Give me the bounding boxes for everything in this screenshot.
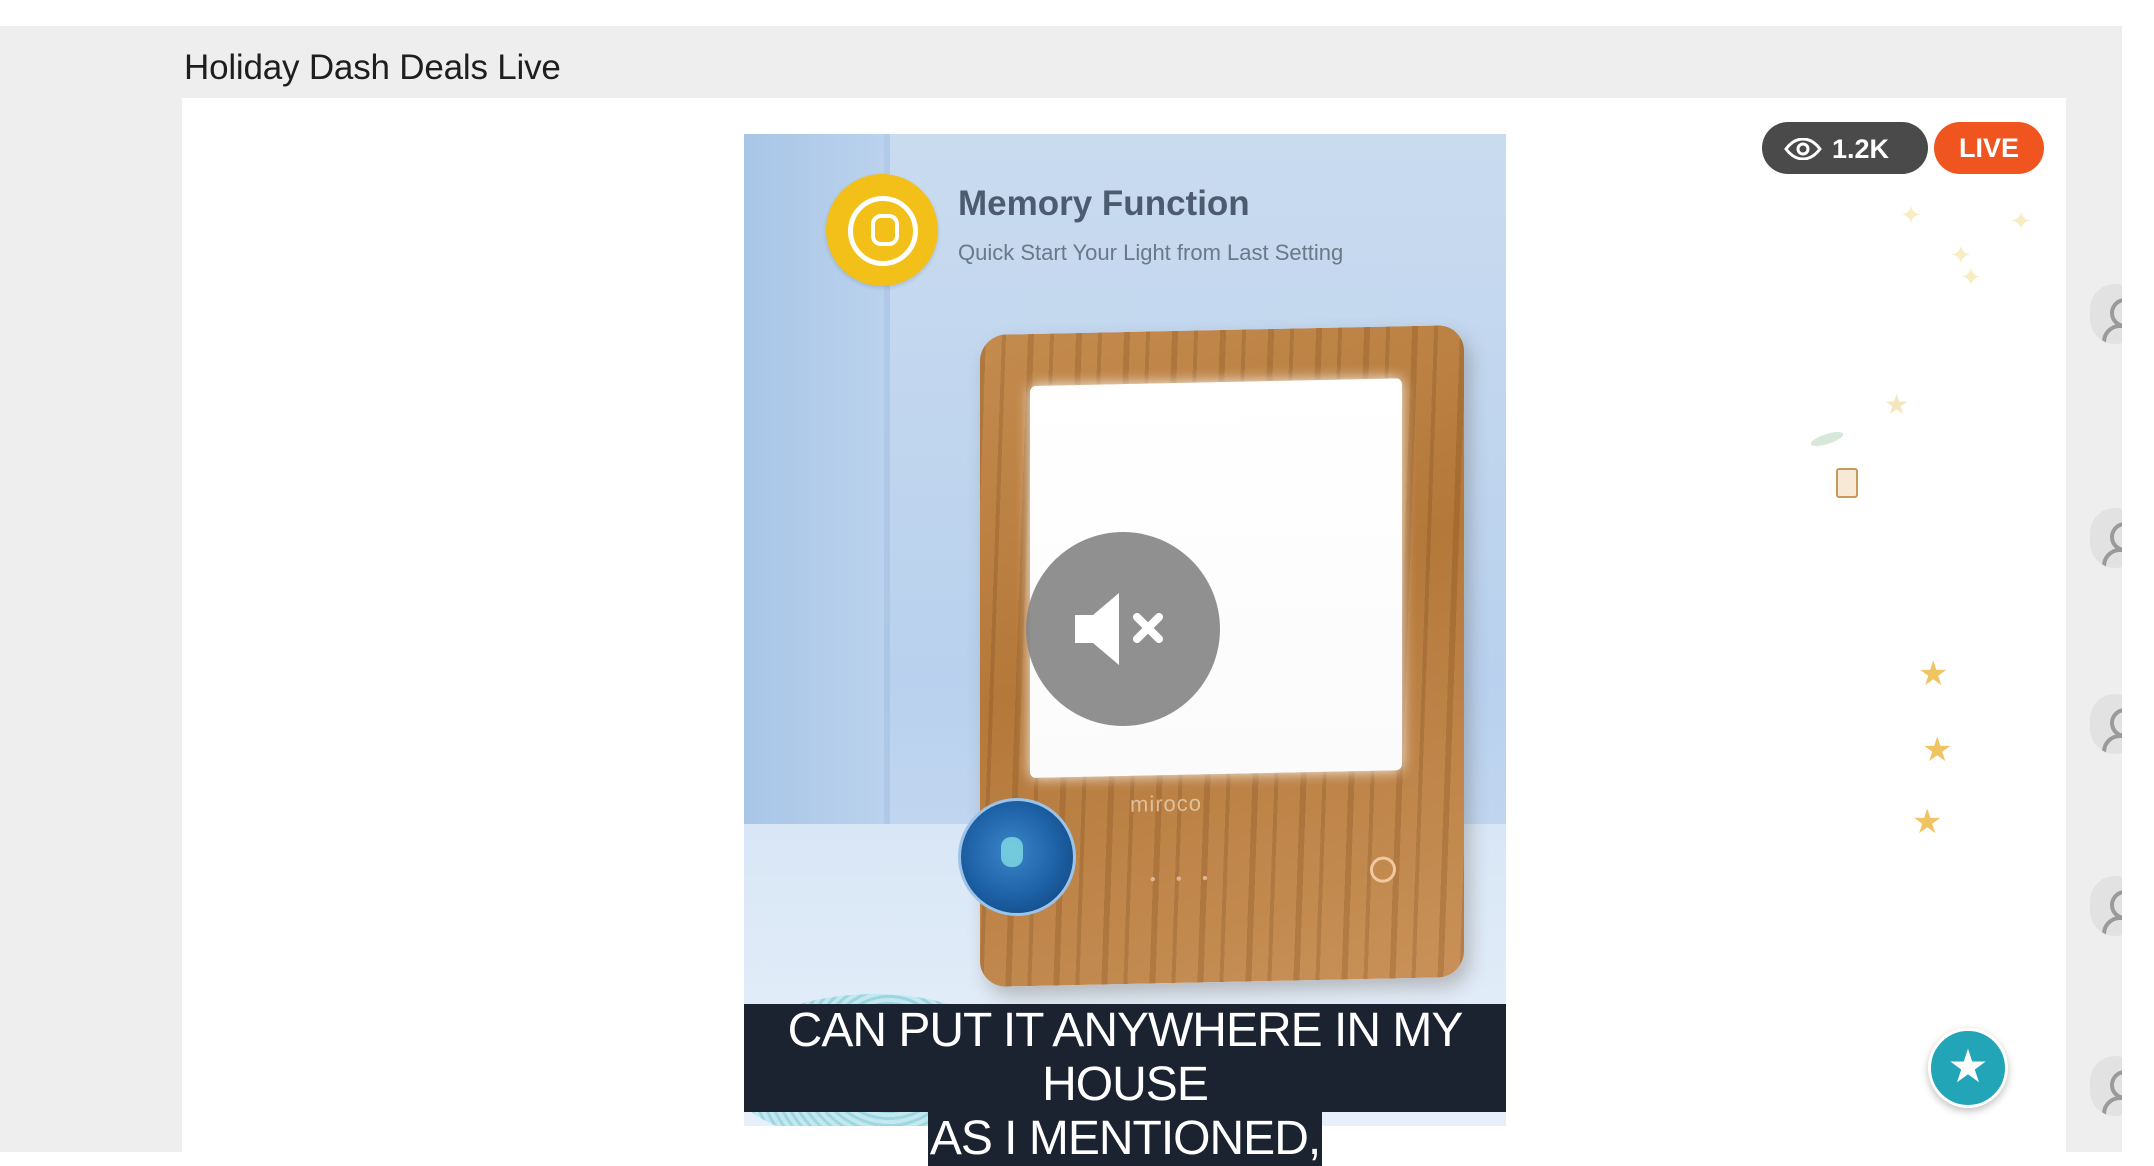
live-captions: CAN PUT IT ANYWHERE IN MY HOUSE AS I MEN…	[744, 1004, 1506, 1166]
lamp-brand-mark: miroco	[1130, 790, 1203, 817]
viewer-count: 1.2K	[1832, 134, 1890, 164]
left-gutter	[0, 26, 182, 1152]
sparkle-icon: ✦	[1960, 262, 1982, 292]
star-icon: ★	[1922, 731, 1953, 769]
star-icon: ★	[1912, 803, 1943, 841]
feature-subtitle: Quick Start Your Light from Last Setting	[958, 240, 1344, 265]
sparkle-icon: ✦	[2010, 206, 2032, 236]
favorite-button[interactable]: ★	[1928, 1028, 2008, 1108]
speaker-muted-icon	[1075, 593, 1163, 665]
lamp-power-icon	[1370, 856, 1396, 883]
stream-header: Holiday Dash Deals Live	[182, 26, 2122, 98]
star-icon: ★	[1884, 389, 1910, 420]
unmute-button[interactable]	[1026, 532, 1220, 726]
floating-mini-lamp	[1836, 468, 1858, 498]
caption-line-2: AS I MENTIONED,	[927, 1112, 1323, 1166]
live-badge: LIVE	[1934, 122, 2044, 174]
feature-title: Memory Function	[958, 184, 1250, 223]
memory-function-icon	[826, 174, 938, 286]
sparkle-icon: ✦	[1900, 200, 1922, 230]
right-gutter	[2066, 98, 2122, 1152]
right-rail	[2122, 26, 2154, 1152]
video-frame[interactable]: Memory Function Quick Start Your Light f…	[744, 134, 1506, 1126]
star-icon: ★	[1918, 655, 1949, 693]
viewer-count-badge: 1.2K	[1762, 122, 1928, 174]
caption-line-1: CAN PUT IT ANYWHERE IN MY HOUSE	[744, 1004, 1506, 1112]
eye-icon	[1784, 138, 1822, 160]
lamp-touch-controls: • • •	[1150, 870, 1216, 889]
top-strip	[0, 0, 2154, 26]
stream-title: Holiday Dash Deals Live	[184, 48, 561, 87]
star-icon: ★	[1947, 1040, 1989, 1092]
touch-control-zoom-lens	[958, 798, 1076, 916]
